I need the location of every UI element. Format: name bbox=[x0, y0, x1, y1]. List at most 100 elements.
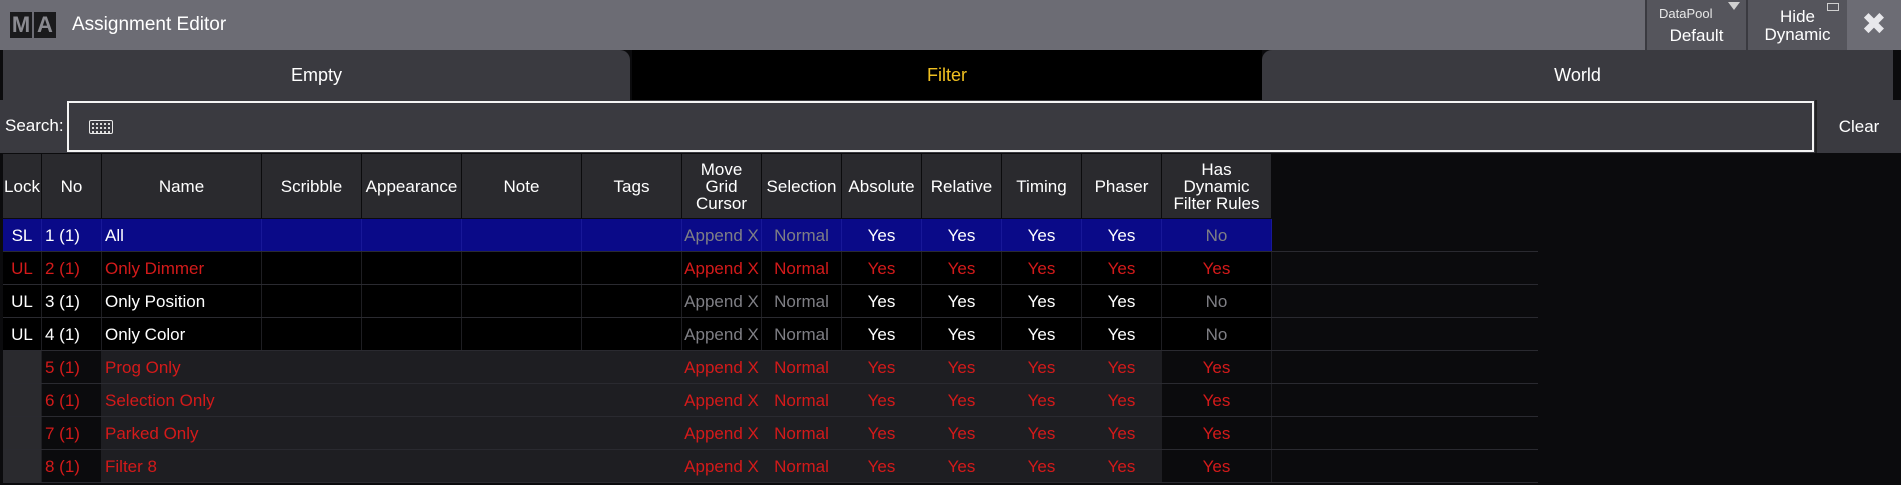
cell-absolute[interactable]: Yes bbox=[842, 450, 922, 483]
cell-lock[interactable]: UL bbox=[3, 252, 42, 285]
cell-timing[interactable]: Yes bbox=[1002, 351, 1082, 384]
cell-phaser[interactable]: Yes bbox=[1082, 219, 1162, 252]
cell-phaser[interactable]: Yes bbox=[1082, 285, 1162, 318]
cell-no[interactable]: 5 (1) bbox=[42, 351, 102, 384]
cell-name[interactable]: Only Position bbox=[102, 285, 262, 318]
column-header-tags[interactable]: Tags bbox=[582, 154, 682, 218]
table-row[interactable]: 6 (1) Selection Only Append X Normal Yes Yes Y… bbox=[3, 384, 1272, 417]
cell-movegrid[interactable]: Append X bbox=[682, 318, 762, 351]
cell-absolute[interactable]: Yes bbox=[842, 351, 922, 384]
cell-appearance[interactable] bbox=[362, 285, 462, 318]
table-row[interactable]: SL 1 (1) All Append X Normal Yes Yes Yes Yes No bbox=[3, 219, 1272, 252]
column-header-movegrid[interactable]: Move Grid Cursor bbox=[682, 154, 762, 218]
cell-absolute[interactable]: Yes bbox=[842, 384, 922, 417]
cell-tags[interactable] bbox=[582, 417, 682, 450]
cell-scribble[interactable] bbox=[262, 384, 362, 417]
cell-phaser[interactable]: Yes bbox=[1082, 252, 1162, 285]
table-row[interactable]: UL 3 (1) Only Position Append X Normal Yes Yes… bbox=[3, 285, 1272, 318]
cell-no[interactable]: 1 (1) bbox=[42, 219, 102, 252]
cell-absolute[interactable]: Yes bbox=[842, 219, 922, 252]
cell-absolute[interactable]: Yes bbox=[842, 252, 922, 285]
cell-scribble[interactable] bbox=[262, 417, 362, 450]
cell-appearance[interactable] bbox=[362, 318, 462, 351]
cell-scribble[interactable] bbox=[262, 252, 362, 285]
cell-relative[interactable]: Yes bbox=[922, 318, 1002, 351]
cell-no[interactable]: 8 (1) bbox=[42, 450, 102, 483]
cell-movegrid[interactable]: Append X bbox=[682, 285, 762, 318]
cell-lock[interactable]: SL bbox=[3, 219, 42, 252]
cell-appearance[interactable] bbox=[362, 417, 462, 450]
column-header-scribble[interactable]: Scribble bbox=[262, 154, 362, 218]
cell-note[interactable] bbox=[462, 252, 582, 285]
cell-tags[interactable] bbox=[582, 318, 682, 351]
cell-relative[interactable]: Yes bbox=[922, 417, 1002, 450]
cell-hasdyn[interactable]: No bbox=[1162, 219, 1272, 252]
cell-timing[interactable]: Yes bbox=[1002, 450, 1082, 483]
cell-absolute[interactable]: Yes bbox=[842, 285, 922, 318]
cell-appearance[interactable] bbox=[362, 252, 462, 285]
cell-movegrid[interactable]: Append X bbox=[682, 351, 762, 384]
column-header-appearance[interactable]: Appearance bbox=[362, 154, 462, 218]
column-header-lock[interactable]: Lock bbox=[3, 154, 42, 218]
cell-scribble[interactable] bbox=[262, 450, 362, 483]
cell-name[interactable]: All bbox=[102, 219, 262, 252]
cell-appearance[interactable] bbox=[362, 219, 462, 252]
cell-absolute[interactable]: Yes bbox=[842, 417, 922, 450]
cell-selection[interactable]: Normal bbox=[762, 219, 842, 252]
cell-selection[interactable]: Normal bbox=[762, 285, 842, 318]
cell-hasdyn[interactable]: Yes bbox=[1162, 252, 1272, 285]
cell-hasdyn[interactable]: Yes bbox=[1162, 384, 1272, 417]
cell-hasdyn[interactable]: Yes bbox=[1162, 417, 1272, 450]
cell-appearance[interactable] bbox=[362, 450, 462, 483]
cell-selection[interactable]: Normal bbox=[762, 417, 842, 450]
cell-hasdyn[interactable]: No bbox=[1162, 285, 1272, 318]
cell-movegrid[interactable]: Append X bbox=[682, 219, 762, 252]
cell-lock[interactable] bbox=[3, 450, 42, 483]
cell-hasdyn[interactable]: Yes bbox=[1162, 351, 1272, 384]
cell-note[interactable] bbox=[462, 384, 582, 417]
cell-no[interactable]: 4 (1) bbox=[42, 318, 102, 351]
cell-note[interactable] bbox=[462, 351, 582, 384]
cell-tags[interactable] bbox=[582, 285, 682, 318]
column-header-hasdyn[interactable]: Has Dynamic Filter Rules bbox=[1162, 154, 1272, 218]
cell-tags[interactable] bbox=[582, 351, 682, 384]
cell-tags[interactable] bbox=[582, 219, 682, 252]
cell-phaser[interactable]: Yes bbox=[1082, 417, 1162, 450]
datapool-button[interactable]: DataPool Default bbox=[1645, 0, 1746, 50]
cell-hasdyn[interactable]: No bbox=[1162, 318, 1272, 351]
cell-scribble[interactable] bbox=[262, 219, 362, 252]
cell-absolute[interactable]: Yes bbox=[842, 318, 922, 351]
cell-lock[interactable]: UL bbox=[3, 318, 42, 351]
hide-dynamic-button[interactable]: Hide Dynamic bbox=[1746, 0, 1847, 50]
cell-movegrid[interactable]: Append X bbox=[682, 252, 762, 285]
cell-tags[interactable] bbox=[582, 450, 682, 483]
cell-relative[interactable]: Yes bbox=[922, 219, 1002, 252]
cell-relative[interactable]: Yes bbox=[922, 384, 1002, 417]
cell-timing[interactable]: Yes bbox=[1002, 318, 1082, 351]
cell-selection[interactable]: Normal bbox=[762, 318, 842, 351]
cell-scribble[interactable] bbox=[262, 351, 362, 384]
cell-name[interactable]: Parked Only bbox=[102, 417, 262, 450]
cell-selection[interactable]: Normal bbox=[762, 252, 842, 285]
cell-name[interactable]: Only Dimmer bbox=[102, 252, 262, 285]
cell-relative[interactable]: Yes bbox=[922, 285, 1002, 318]
cell-selection[interactable]: Normal bbox=[762, 351, 842, 384]
cell-relative[interactable]: Yes bbox=[922, 450, 1002, 483]
column-header-phaser[interactable]: Phaser bbox=[1082, 154, 1162, 218]
table-row[interactable]: UL 2 (1) Only Dimmer Append X Normal Yes Yes Ye… bbox=[3, 252, 1272, 285]
table-row[interactable]: 7 (1) Parked Only Append X Normal Yes Yes Yes Y… bbox=[3, 417, 1272, 450]
cell-movegrid[interactable]: Append X bbox=[682, 450, 762, 483]
cell-no[interactable]: 6 (1) bbox=[42, 384, 102, 417]
cell-relative[interactable]: Yes bbox=[922, 351, 1002, 384]
cell-tags[interactable] bbox=[582, 384, 682, 417]
keyboard-icon[interactable] bbox=[89, 120, 113, 134]
tab-filter[interactable]: Filter bbox=[632, 50, 1262, 100]
search-input[interactable] bbox=[67, 101, 1814, 152]
table-row[interactable]: 5 (1) Prog Only Append X Normal Yes Yes Yes Yes… bbox=[3, 351, 1272, 384]
column-header-relative[interactable]: Relative bbox=[922, 154, 1002, 218]
column-header-timing[interactable]: Timing bbox=[1002, 154, 1082, 218]
cell-lock[interactable] bbox=[3, 417, 42, 450]
cell-movegrid[interactable]: Append X bbox=[682, 384, 762, 417]
cell-scribble[interactable] bbox=[262, 285, 362, 318]
cell-appearance[interactable] bbox=[362, 384, 462, 417]
